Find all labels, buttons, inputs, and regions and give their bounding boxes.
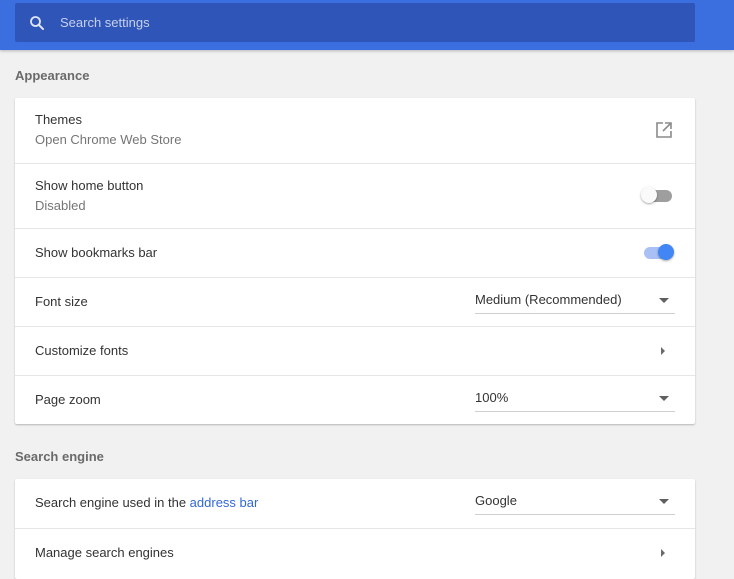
customize-fonts-row[interactable]: Customize fonts — [15, 326, 695, 375]
bookmarks-bar-toggle[interactable] — [641, 243, 674, 263]
page-zoom-label: Page zoom — [35, 392, 101, 407]
page-zoom-select[interactable]: 100% — [475, 387, 675, 412]
manage-search-engines-label: Manage search engines — [35, 545, 174, 560]
toolbar — [0, 0, 734, 50]
page-zoom-row: Page zoom 100% — [15, 375, 695, 424]
address-bar-link[interactable]: address bar — [190, 495, 259, 510]
bookmarks-bar-row[interactable]: Show bookmarks bar — [15, 228, 695, 277]
toggle-knob — [658, 244, 674, 260]
font-size-value: Medium (Recommended) — [475, 292, 622, 307]
appearance-card: Themes Open Chrome Web Store Show home b… — [15, 98, 695, 424]
dropdown-arrow-icon — [659, 499, 669, 504]
themes-sublabel: Open Chrome Web Store — [35, 132, 182, 147]
dropdown-arrow-icon — [659, 298, 669, 303]
chevron-right-icon — [661, 549, 665, 557]
search-engine-value: Google — [475, 493, 517, 508]
toggle-knob — [641, 187, 657, 203]
home-button-toggle[interactable] — [641, 186, 673, 206]
search-input[interactable] — [58, 14, 662, 31]
manage-search-engines-row[interactable]: Manage search engines — [15, 528, 695, 577]
chevron-right-icon — [661, 347, 665, 355]
search-icon — [30, 15, 44, 30]
section-title-appearance: Appearance — [15, 68, 90, 83]
home-button-status: Disabled — [35, 198, 86, 213]
search-engine-label-text: Search engine used in the — [35, 495, 190, 510]
search-engine-label: Search engine used in the address bar — [35, 495, 258, 510]
themes-label: Themes — [35, 112, 82, 127]
search-engine-card: Search engine used in the address bar Go… — [15, 479, 695, 579]
search-engine-row: Search engine used in the address bar Go… — [15, 479, 695, 528]
page-zoom-value: 100% — [475, 390, 509, 405]
section-title-search-engine: Search engine — [15, 449, 104, 464]
search-engine-select[interactable]: Google — [475, 490, 675, 515]
home-button-row[interactable]: Show home button Disabled — [15, 163, 695, 228]
font-size-row: Font size Medium (Recommended) — [15, 277, 695, 326]
customize-fonts-label: Customize fonts — [35, 343, 129, 358]
bookmarks-bar-label: Show bookmarks bar — [35, 245, 158, 260]
search-box[interactable] — [15, 3, 695, 42]
font-size-label: Font size — [35, 294, 88, 309]
dropdown-arrow-icon — [659, 396, 669, 401]
font-size-select[interactable]: Medium (Recommended) — [475, 289, 675, 314]
themes-row[interactable]: Themes Open Chrome Web Store — [15, 98, 695, 163]
open-in-new-icon[interactable] — [655, 121, 673, 139]
home-button-label: Show home button — [35, 178, 144, 193]
